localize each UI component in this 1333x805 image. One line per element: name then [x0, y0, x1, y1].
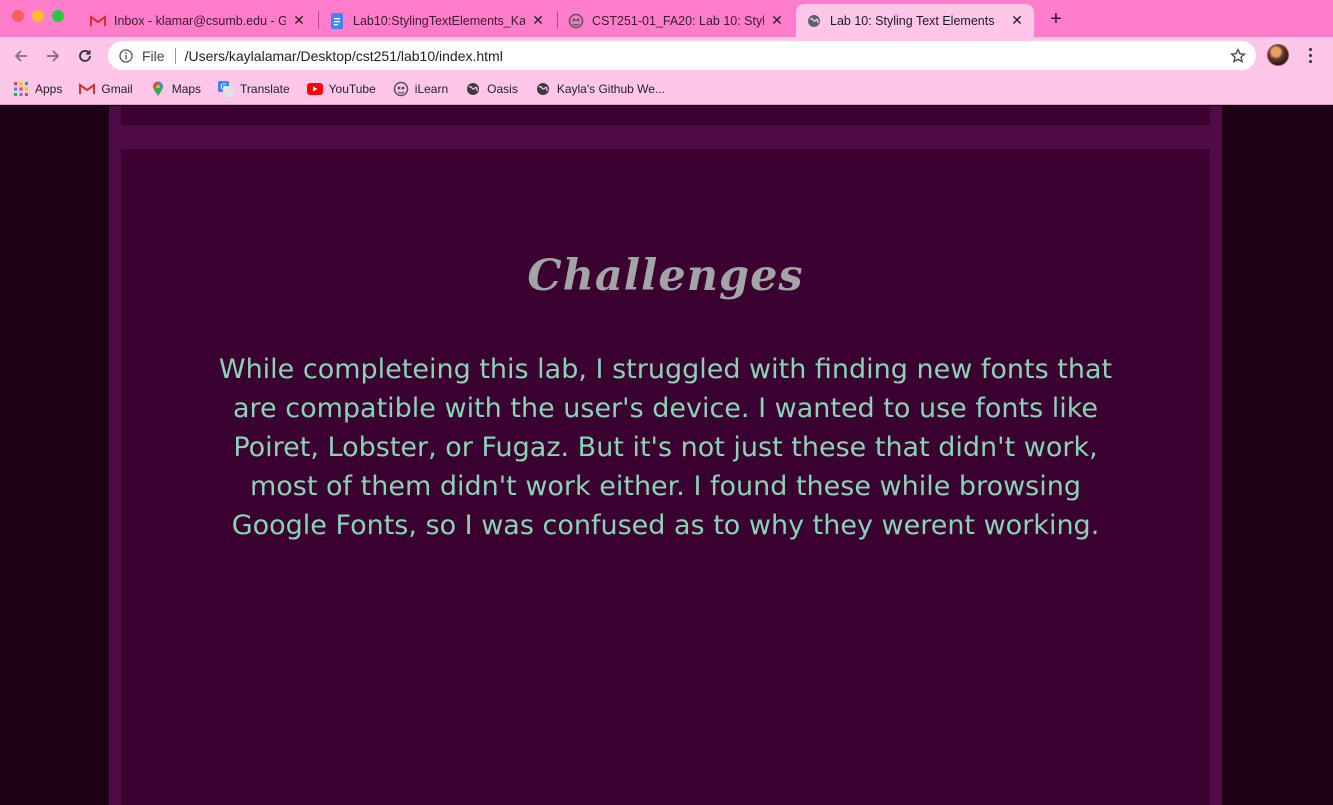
- challenges-section: Challenges While completeing this lab, I…: [121, 149, 1210, 805]
- bookmark-label: Translate: [240, 82, 290, 96]
- bookmarks-bar: Apps Gmail Maps G Translate YouTube iLea…: [0, 74, 1333, 105]
- profile-avatar[interactable]: [1267, 44, 1289, 66]
- tab-title: Lab10:StylingTextElements_Ka: [353, 13, 525, 28]
- globe-icon: [535, 81, 551, 97]
- challenges-paragraph: While completeing this lab, I struggled …: [218, 354, 1113, 541]
- tab-title: Inbox - klamar@csumb.edu - G: [114, 13, 286, 28]
- close-icon[interactable]: ✕: [1010, 12, 1024, 29]
- browser-menu-button[interactable]: [1302, 45, 1318, 65]
- toolbar: File /Users/kaylalamar/Desktop/cst251/la…: [0, 37, 1333, 74]
- gmail-icon: [79, 81, 96, 97]
- arrow-left-icon: [14, 50, 27, 62]
- tab-lab10-active[interactable]: Lab 10: Styling Text Elements ✕: [796, 4, 1034, 37]
- divider: [174, 47, 176, 64]
- back-button[interactable]: [9, 44, 33, 68]
- tab-title: Lab 10: Styling Text Elements: [830, 13, 995, 28]
- bookmark-label: Kayla's Github We...: [556, 82, 665, 96]
- bookmark-label: YouTube: [328, 82, 376, 96]
- bookmark-label: Maps: [171, 82, 202, 96]
- bookmark-ilearn[interactable]: iLearn: [393, 77, 448, 101]
- previous-section-box: [121, 106, 1210, 125]
- close-icon[interactable]: ✕: [531, 12, 545, 29]
- bookmark-label: iLearn: [414, 82, 449, 96]
- apps-grid-icon: [13, 81, 29, 97]
- bookmark-label: Oasis: [487, 82, 518, 96]
- close-icon[interactable]: ✕: [292, 12, 306, 29]
- bookmark-youtube[interactable]: YouTube: [306, 77, 376, 101]
- close-icon[interactable]: ✕: [770, 12, 784, 29]
- tab-title: CST251-01_FA20: Lab 10: Styli: [592, 13, 764, 28]
- tab-strip: Inbox - klamar@csumb.edu - G ✕ Lab10:Sty…: [0, 0, 1333, 37]
- challenges-heading: Challenges: [527, 251, 804, 301]
- url-text[interactable]: /Users/kaylalamar/Desktop/cst251/lab10/i…: [185, 48, 1230, 64]
- bookmark-apps[interactable]: Apps: [13, 77, 62, 101]
- bookmark-maps[interactable]: Maps: [150, 77, 201, 101]
- address-bar[interactable]: File /Users/kaylalamar/Desktop/cst251/la…: [108, 41, 1256, 70]
- minimize-window-button[interactable]: [32, 10, 44, 22]
- bookmark-translate[interactable]: G Translate: [218, 77, 290, 101]
- ilearn-icon: [393, 81, 409, 97]
- bookmark-label: Apps: [35, 82, 63, 96]
- new-tab-button[interactable]: +: [1045, 8, 1067, 30]
- reload-button[interactable]: [73, 44, 97, 68]
- gmail-icon: [90, 13, 106, 29]
- google-docs-icon: [329, 12, 345, 29]
- close-window-button[interactable]: [12, 10, 24, 22]
- info-icon[interactable]: [118, 48, 134, 64]
- translate-icon: G: [218, 81, 235, 97]
- bookmark-gmail[interactable]: Gmail: [79, 77, 133, 101]
- maximize-window-button[interactable]: [52, 10, 64, 22]
- svg-text:G: G: [220, 83, 226, 92]
- reload-icon: [79, 50, 91, 62]
- tab-ilearn[interactable]: CST251-01_FA20: Lab 10: Styli ✕: [558, 4, 794, 37]
- bookmark-oasis[interactable]: Oasis: [465, 77, 518, 101]
- globe-icon: [465, 81, 481, 97]
- forward-button[interactable]: [41, 44, 65, 68]
- page-viewport[interactable]: Challenges While completeing this lab, I…: [0, 106, 1333, 805]
- scheme-label: File: [142, 47, 165, 64]
- tab-gmail-inbox[interactable]: Inbox - klamar@csumb.edu - G ✕: [80, 4, 316, 37]
- arrow-right-icon: [47, 50, 60, 62]
- youtube-icon: [306, 81, 323, 97]
- tab-google-doc[interactable]: Lab10:StylingTextElements_Ka ✕: [319, 4, 555, 37]
- ilearn-icon: [568, 13, 584, 29]
- bookmark-kayla-github[interactable]: Kayla's Github We...: [535, 77, 665, 101]
- content-container: Challenges While completeing this lab, I…: [109, 106, 1222, 805]
- bookmark-label: Gmail: [101, 82, 133, 96]
- bookmark-star-icon[interactable]: [1230, 47, 1246, 64]
- globe-icon: [806, 13, 822, 29]
- maps-pin-icon: [150, 81, 166, 97]
